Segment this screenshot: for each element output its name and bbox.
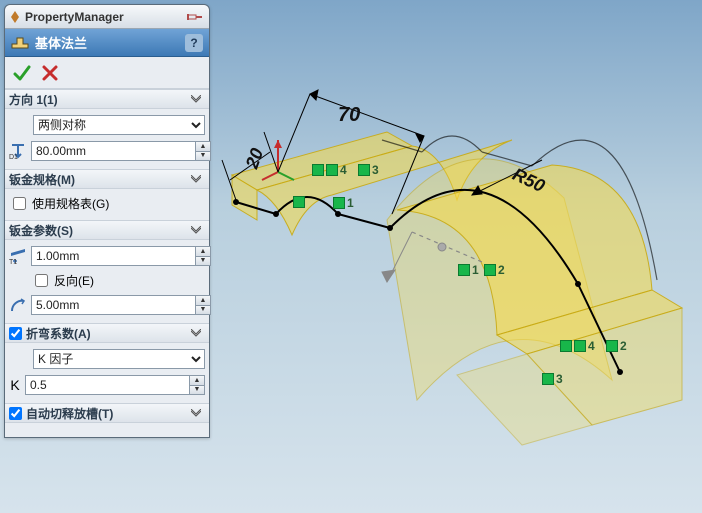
k-symbol: K	[9, 377, 21, 393]
section-title-gauge: 钣金规格(M)	[9, 171, 75, 188]
sketch-relation-marker[interactable]: 2	[606, 339, 627, 353]
cancel-button[interactable]	[41, 64, 59, 82]
chevron-up-icon	[189, 92, 203, 106]
depth-spin-up[interactable]: ▲	[195, 141, 211, 151]
thickness-input[interactable]	[31, 246, 195, 266]
section-body-params: T1 ▲ ▼ 反向(E)	[5, 240, 209, 323]
relief-enable-checkbox[interactable]	[9, 407, 22, 420]
kfactor-enable-checkbox[interactable]	[9, 327, 22, 340]
sketch-relation-marker[interactable]: 1	[333, 196, 354, 210]
depth-spinner[interactable]: ▲ ▼	[31, 141, 211, 161]
section-title-kfactor: 折弯系数(A)	[26, 325, 91, 342]
section-body-gauge: 使用规格表(G)	[5, 189, 209, 220]
section-body-kfactor: K 因子 K ▲ ▼	[5, 343, 209, 403]
section-title-relief: 自动切释放槽(T)	[26, 405, 113, 422]
section-header-gauge[interactable]: 钣金规格(M)	[5, 169, 209, 189]
radius-spin-up[interactable]: ▲	[195, 295, 211, 305]
section-header-direction[interactable]: 方向 1(1)	[5, 89, 209, 109]
chevron-up-icon	[189, 172, 203, 186]
sketch-relation-marker[interactable]: 3	[358, 163, 379, 177]
reverse-checkbox[interactable]	[35, 274, 48, 287]
section-body-direction: 两侧对称 D1 ▲ ▼	[5, 109, 209, 169]
kfactor-method-select[interactable]: K 因子	[33, 349, 205, 369]
sketch-relation-marker[interactable]: 2	[484, 263, 505, 277]
sketch-relation-marker[interactable]: 1	[458, 263, 479, 277]
sketch-relation-marker[interactable]: 3	[542, 372, 563, 386]
sketch-relation-marker[interactable]: 4	[560, 339, 595, 353]
kfactor-spin-up[interactable]: ▲	[189, 375, 205, 385]
pin-icon[interactable]	[187, 10, 203, 24]
kfactor-spin-down[interactable]: ▼	[189, 385, 205, 396]
section-body-relief	[5, 423, 209, 437]
section-title-direction: 方向 1(1)	[9, 91, 58, 108]
base-flange-icon	[11, 35, 29, 51]
sketch-relation-marker[interactable]: 4	[312, 163, 347, 177]
svg-text:T1: T1	[9, 259, 17, 265]
end-condition-select[interactable]: 两侧对称	[33, 115, 205, 135]
use-gauge-table-row[interactable]: 使用规格表(G)	[9, 195, 205, 212]
section-header-relief[interactable]: 自动切释放槽(T)	[5, 403, 209, 423]
depth-spin-down[interactable]: ▼	[195, 151, 211, 162]
ok-button[interactable]	[13, 64, 31, 82]
use-gauge-table-label: 使用规格表(G)	[32, 195, 109, 212]
pm-title-bar: PropertyManager	[5, 5, 209, 29]
svg-text:D1: D1	[9, 154, 18, 160]
kfactor-spinner[interactable]: ▲ ▼	[25, 375, 205, 395]
feature-name-text: 基体法兰	[35, 33, 87, 52]
pm-title-text: PropertyManager	[25, 10, 124, 24]
dimension-70[interactable]: 70	[338, 104, 360, 127]
thickness-icon: T1	[9, 246, 27, 266]
feature-name-bar: 基体法兰 ?	[5, 29, 209, 57]
bend-radius-icon	[9, 295, 27, 315]
radius-input[interactable]	[31, 295, 195, 315]
viewport-scene[interactable]	[212, 0, 702, 513]
section-header-kfactor[interactable]: 折弯系数(A)	[5, 323, 209, 343]
section-title-params: 钣金参数(S)	[9, 222, 73, 239]
chevron-up-icon	[189, 406, 203, 420]
use-gauge-table-checkbox[interactable]	[13, 197, 26, 210]
kfactor-input[interactable]	[25, 375, 189, 395]
sketch-relation-marker[interactable]	[293, 196, 305, 208]
thickness-spin-up[interactable]: ▲	[195, 246, 211, 256]
confirm-bar	[5, 57, 209, 89]
depth-input[interactable]	[31, 141, 195, 161]
radius-spinner[interactable]: ▲ ▼	[31, 295, 211, 315]
depth-icon: D1	[9, 141, 27, 161]
help-button[interactable]: ?	[185, 34, 203, 52]
chevron-up-icon	[189, 223, 203, 237]
reverse-row[interactable]: 反向(E)	[9, 272, 205, 289]
property-manager-panel: PropertyManager 基体法兰 ? 方向 1(1)	[4, 4, 210, 438]
radius-spin-down[interactable]: ▼	[195, 305, 211, 316]
pm-logo-icon	[11, 11, 19, 23]
section-header-params[interactable]: 钣金参数(S)	[5, 220, 209, 240]
chevron-up-icon	[189, 326, 203, 340]
thickness-spinner[interactable]: ▲ ▼	[31, 246, 211, 266]
thickness-spin-down[interactable]: ▼	[195, 256, 211, 267]
reverse-label: 反向(E)	[54, 272, 94, 289]
